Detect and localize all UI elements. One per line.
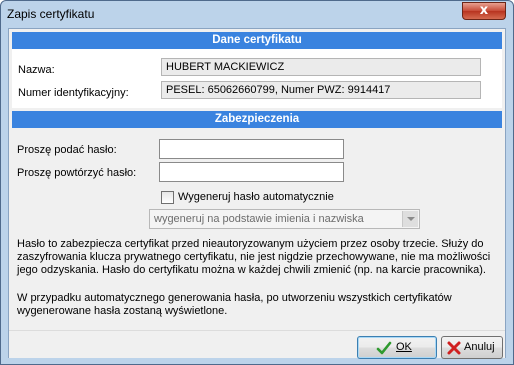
section-header-certificate: Dane certyfikatu: [12, 32, 502, 49]
name-field: HUBERT MACKIEWICZ: [161, 58, 481, 76]
section-header-security: Zabezpieczenia: [12, 111, 502, 128]
close-button[interactable]: x: [462, 2, 506, 20]
auto-password-label[interactable]: Wygeneruj hasło automatycznie: [178, 191, 334, 203]
red-x-icon: [447, 341, 461, 355]
chevron-down-icon: [402, 211, 418, 227]
ok-label: OK: [396, 341, 412, 353]
repeat-password-input[interactable]: [159, 162, 344, 182]
button-bar: OK Anuluj: [9, 330, 505, 359]
dialog-content: Dane certyfikatu Nazwa: HUBERT MACKIEWIC…: [8, 28, 506, 359]
cancel-button[interactable]: Anuluj: [441, 336, 503, 359]
checkmark-icon: [376, 341, 392, 355]
info-paragraph-2: W przypadku automatycznego generowania h…: [17, 292, 452, 317]
generation-method-value: wygeneruj na podstawie imienia i nazwisk…: [154, 213, 364, 225]
id-label: Numer identyfikacyjny:: [18, 87, 129, 99]
certificate-panel: Nazwa: HUBERT MACKIEWICZ Numer identyfik…: [12, 49, 502, 108]
window-title: Zapis certyfikatu: [7, 7, 95, 21]
repeat-password-label: Proszę powtórzyć hasło:: [17, 167, 137, 179]
ok-button[interactable]: OK: [357, 336, 437, 359]
cancel-label: Anuluj: [464, 341, 495, 353]
name-label: Nazwa:: [18, 64, 55, 76]
dialog-window: Zapis certyfikatu x Dane certyfikatu Naz…: [0, 0, 514, 365]
password-label: Proszę podać hasło:: [17, 144, 117, 156]
password-input[interactable]: [159, 139, 344, 159]
auto-password-checkbox[interactable]: [161, 191, 174, 204]
close-icon: x: [479, 3, 489, 18]
generation-method-select: wygeneruj na podstawie imienia i nazwisk…: [149, 209, 420, 229]
info-paragraph-1: Hasło to zabezpiecza certyfikat przed ni…: [17, 238, 491, 276]
title-bar[interactable]: Zapis certyfikatu x: [1, 1, 513, 27]
id-field: PESEL: 65062660799, Numer PWZ: 9914417: [161, 81, 481, 99]
